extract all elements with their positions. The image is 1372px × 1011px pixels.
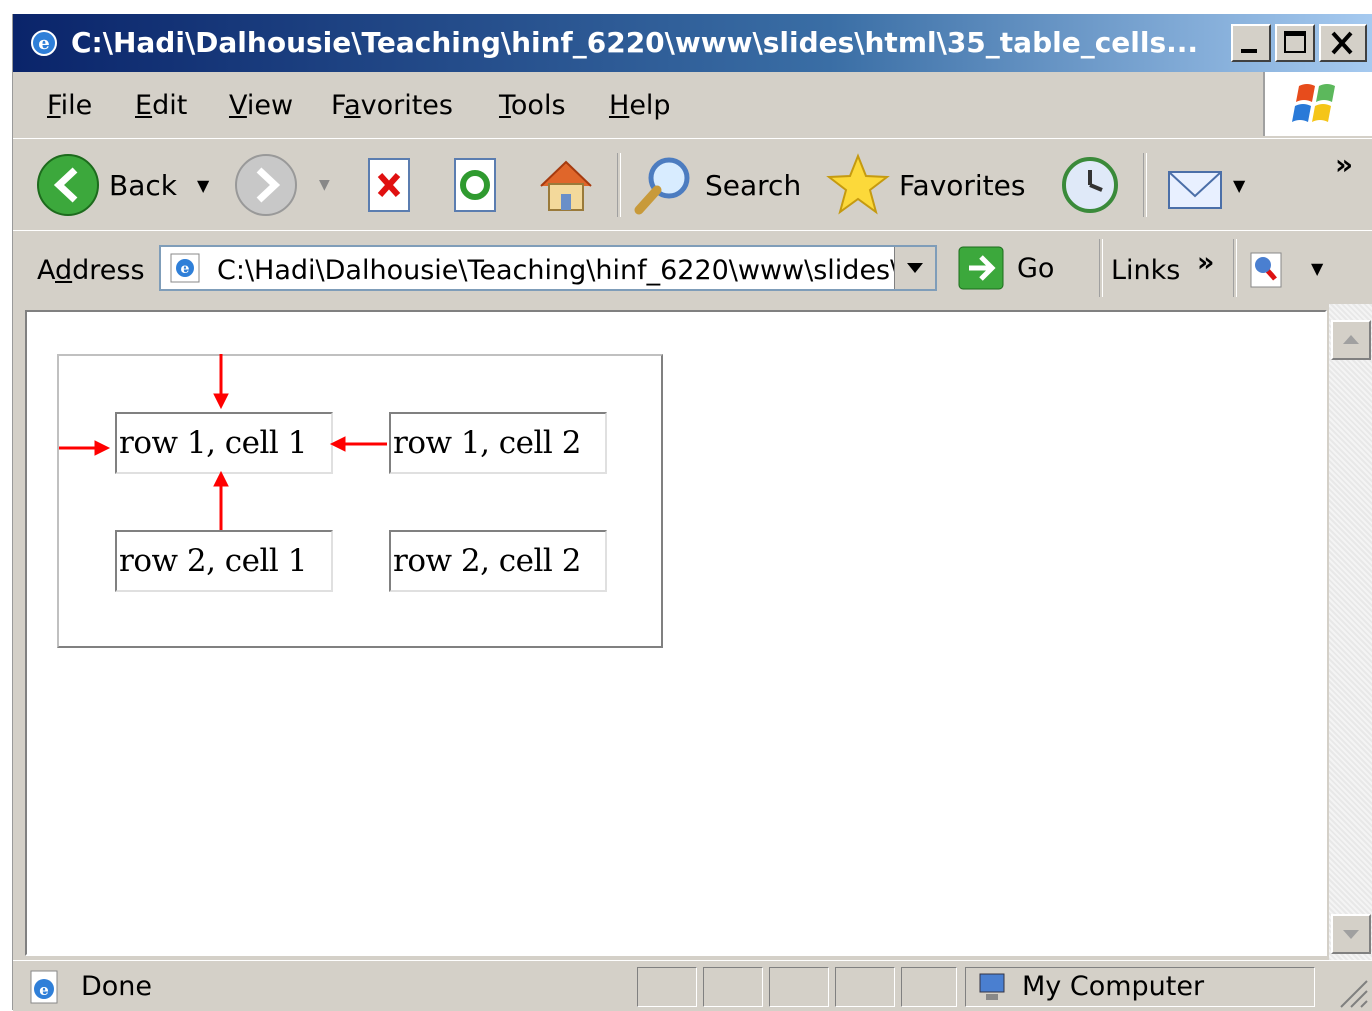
menu-edit[interactable]: Edit [135, 90, 187, 121]
minimize-button[interactable] [1231, 24, 1271, 62]
menu-file[interactable]: File [47, 90, 92, 121]
computer-icon [979, 973, 1005, 1000]
menu-view[interactable]: View [229, 90, 293, 121]
address-bar: Address e C:\Hadi\Dalhousie\Teaching\hin… [13, 230, 1372, 306]
status-pane [769, 967, 829, 1007]
history-icon [1062, 157, 1118, 213]
scroll-up-button[interactable] [1331, 320, 1371, 360]
ie-icon: e [31, 30, 57, 56]
stop-icon [368, 158, 410, 212]
star-icon [826, 153, 890, 215]
resize-grip-icon[interactable] [1335, 975, 1369, 1009]
mail-icon [1168, 171, 1222, 209]
zone-pane: My Computer [965, 967, 1315, 1007]
address-value: C:\Hadi\Dalhousie\Teaching\hinf_6220\www… [217, 255, 897, 286]
address-label: Address [37, 255, 145, 286]
toolbar-separator [617, 153, 621, 217]
browser-window: e C:\Hadi\Dalhousie\Teaching\hinf_6220\w… [12, 14, 1372, 1011]
address-dropdown-button[interactable] [894, 247, 935, 289]
menu-favorites[interactable]: Favorites [331, 90, 453, 121]
favorites-button[interactable]: Favorites [825, 139, 1025, 231]
arrow-right-icon [59, 440, 111, 456]
windows-logo [1263, 72, 1372, 136]
arrow-down-icon [213, 354, 229, 410]
arrow-left-icon [329, 436, 387, 452]
svg-text:e: e [38, 33, 49, 54]
toolbar-separator [1143, 153, 1147, 217]
forward-arrow-icon [235, 154, 297, 216]
menu-tools[interactable]: Tools [499, 90, 566, 121]
window-title: C:\Hadi\Dalhousie\Teaching\hinf_6220\www… [71, 26, 1199, 59]
page-viewport: row 1, cell 1 row 1, cell 2 row 2, cell … [25, 310, 1327, 956]
forward-dropdown-icon[interactable]: ▼ [319, 177, 330, 193]
search-button[interactable]: Search [631, 139, 801, 231]
minimize-icon [1241, 49, 1257, 53]
refresh-icon [454, 158, 496, 212]
status-pane [901, 967, 957, 1007]
go-button[interactable]: Go [957, 245, 1054, 291]
status-pane [637, 967, 697, 1007]
back-arrow-icon [37, 154, 99, 216]
ie-page-icon: e [30, 970, 58, 1004]
vertical-scrollbar[interactable] [1329, 304, 1372, 960]
maximize-icon [1284, 31, 1306, 53]
chevron-down-icon [1343, 930, 1359, 939]
home-button[interactable] [533, 139, 599, 231]
links-button[interactable]: Links [1111, 255, 1180, 286]
status-pane [835, 967, 895, 1007]
address-separator-2 [1233, 239, 1237, 297]
maximize-button[interactable] [1275, 24, 1315, 62]
title-bar[interactable]: e C:\Hadi\Dalhousie\Teaching\hinf_6220\w… [13, 14, 1372, 72]
status-pane [703, 967, 763, 1007]
chevron-down-icon [907, 263, 923, 273]
windows-flag-icon [1292, 84, 1335, 122]
forward-button[interactable]: ▼ [233, 139, 330, 231]
mail-button[interactable]: ▼ [1163, 139, 1245, 231]
close-button[interactable] [1319, 24, 1367, 62]
pdf-dropdown-icon[interactable]: ▼ [1311, 259, 1323, 278]
history-button[interactable] [1057, 139, 1123, 231]
go-arrow-icon [958, 246, 1004, 290]
chevron-up-icon [1343, 335, 1359, 344]
address-separator [1099, 239, 1103, 297]
menu-help[interactable]: Help [609, 90, 671, 121]
back-dropdown-icon[interactable]: ▼ [197, 176, 209, 195]
cell-spacing-annotations [59, 354, 387, 530]
scroll-down-button[interactable] [1331, 914, 1371, 954]
standard-toolbar: Back ▼ ▼ Search Favorites ▼ » [13, 138, 1372, 232]
status-text: Done [81, 971, 153, 1002]
toolbar-overflow[interactable]: » [1335, 139, 1353, 189]
pdf-button[interactable] [1245, 247, 1295, 298]
mail-dropdown-icon[interactable]: ▼ [1233, 176, 1245, 195]
ie-page-icon: e [170, 253, 200, 283]
status-bar: e Done My Computer [13, 960, 1372, 1011]
search-icon [634, 157, 690, 215]
pdf-icon [1250, 252, 1282, 288]
stop-button[interactable] [365, 139, 415, 231]
arrow-up-icon [213, 470, 229, 530]
close-icon [1331, 31, 1353, 55]
address-input[interactable]: e C:\Hadi\Dalhousie\Teaching\hinf_6220\w… [159, 245, 937, 291]
links-overflow[interactable]: » [1197, 247, 1214, 278]
back-button[interactable]: Back ▼ [35, 139, 209, 231]
zone-text: My Computer [1022, 971, 1205, 1002]
refresh-button[interactable] [451, 139, 501, 231]
home-icon [540, 160, 592, 211]
content-area: row 1, cell 1 row 1, cell 2 row 2, cell … [13, 304, 1372, 960]
svg-text:e: e [39, 981, 49, 999]
svg-text:e: e [181, 261, 190, 277]
menu-bar: File Edit View Favorites Tools Help [13, 72, 1372, 139]
